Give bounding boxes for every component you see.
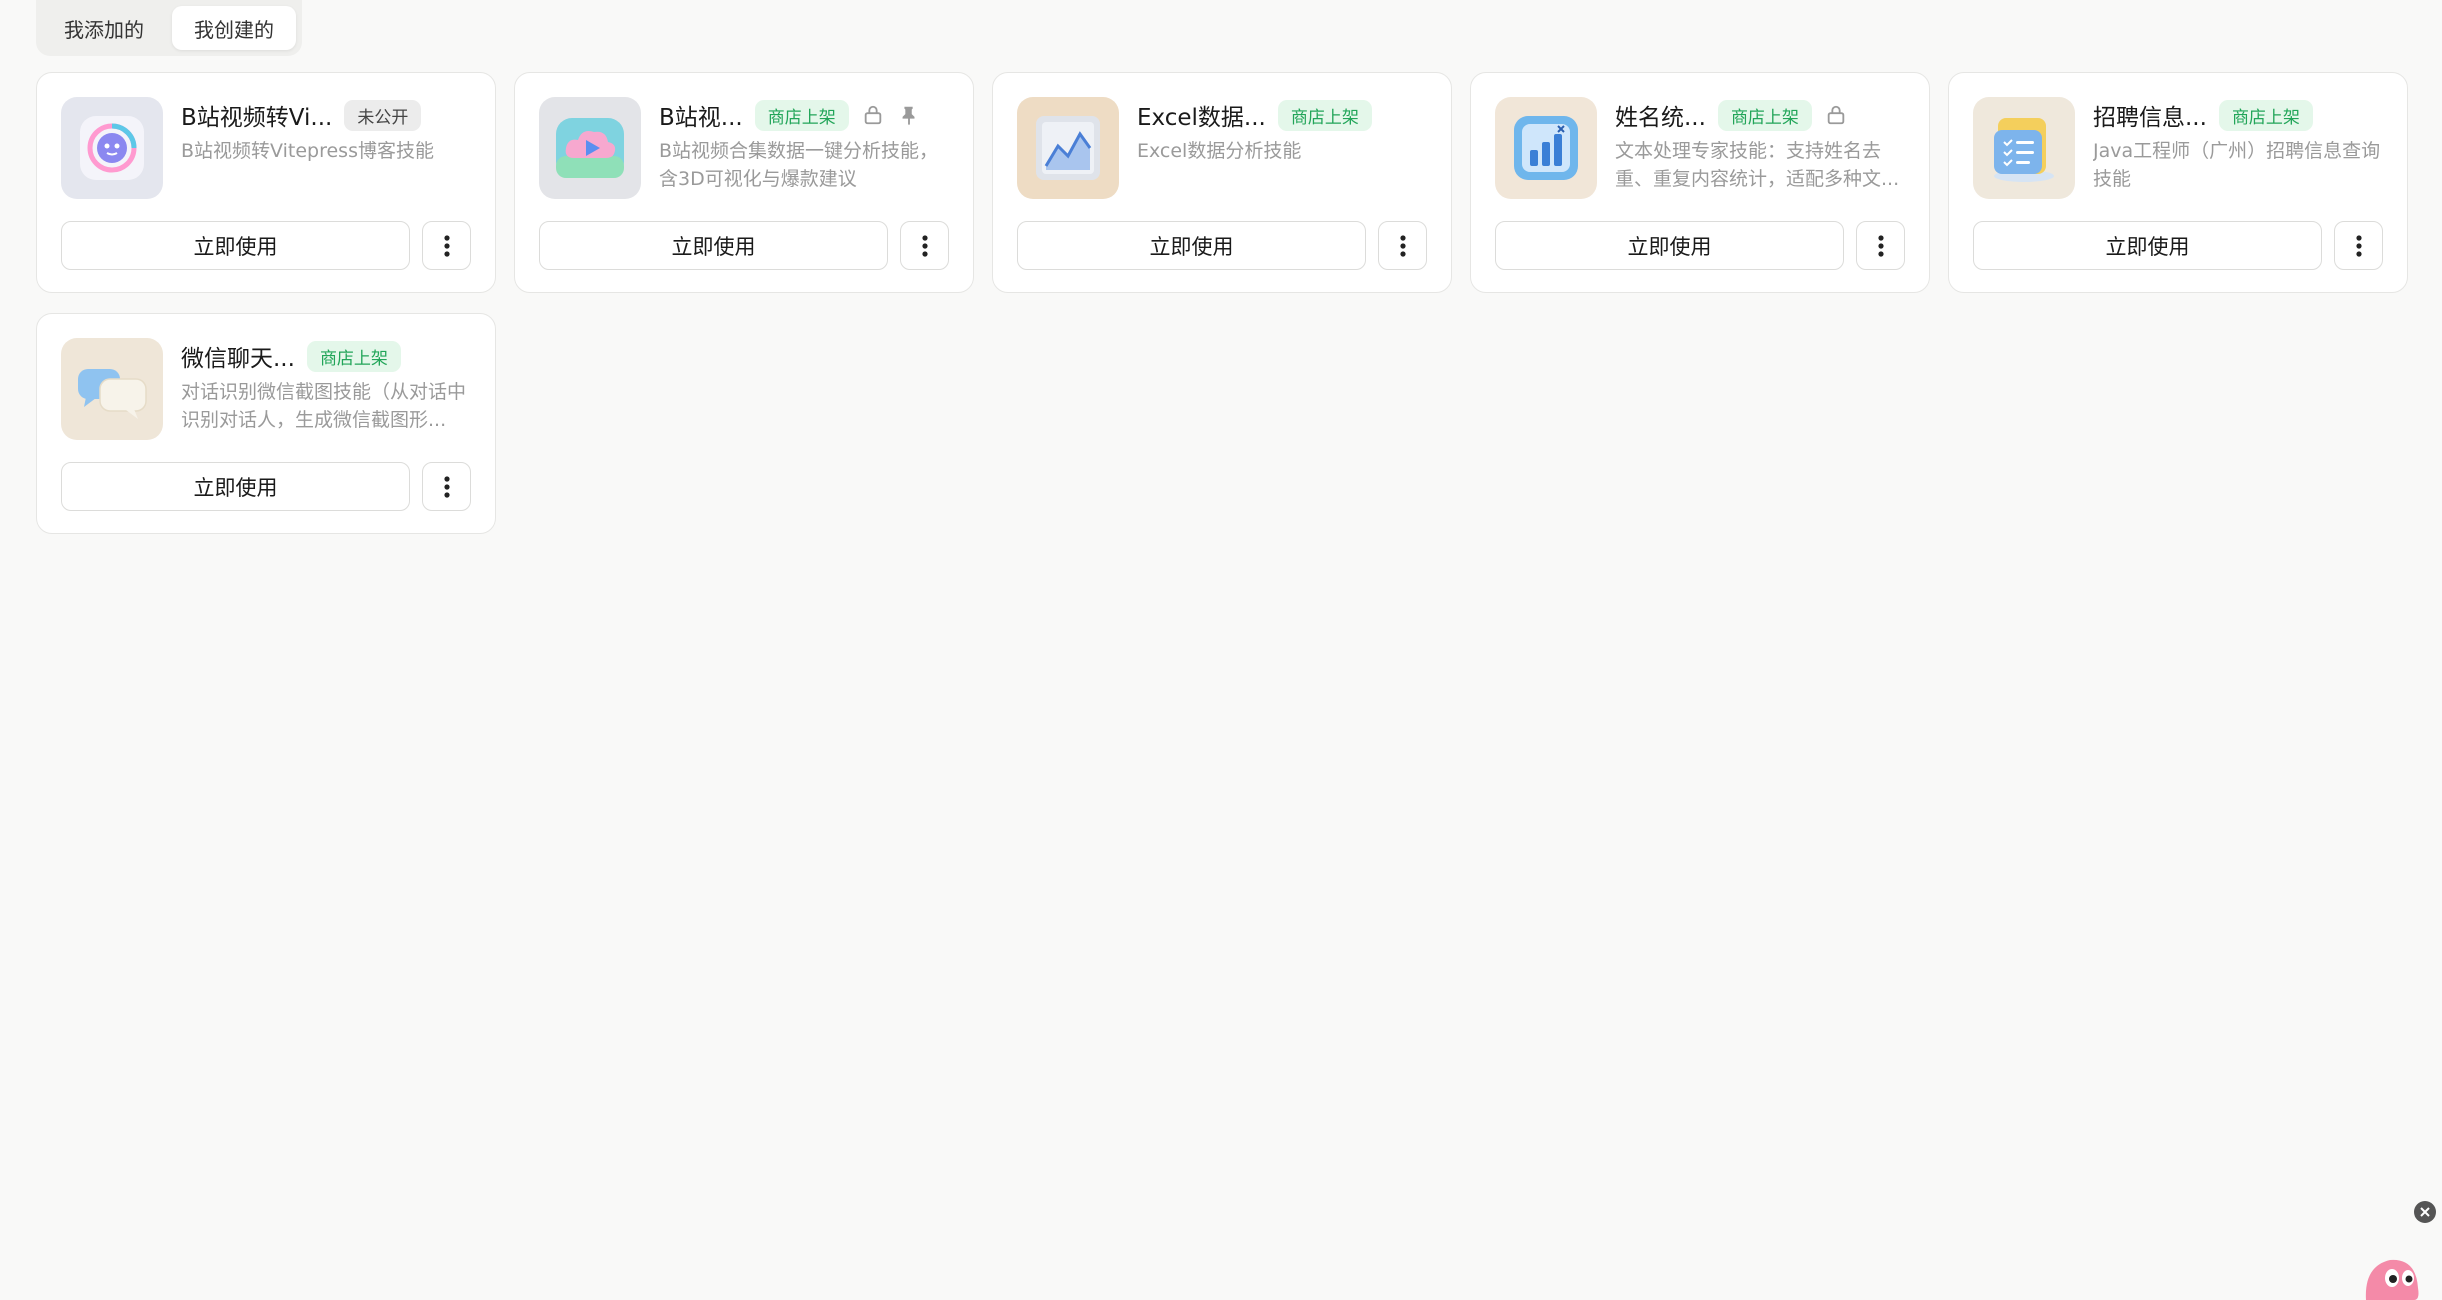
status-badge: 商店上架 — [754, 99, 849, 131]
use-now-button[interactable]: 立即使用 — [1973, 221, 2322, 270]
document-icon — [1973, 97, 2075, 199]
skill-card: 微信聊天... 商店上架 对话识别微信截图技能（从对话中识别对话人，生成微信截图… — [36, 313, 496, 534]
pin-icon[interactable] — [897, 103, 921, 127]
cloud-play-icon — [539, 97, 641, 199]
tab-created[interactable]: 我创建的 — [172, 6, 296, 50]
use-now-button[interactable]: 立即使用 — [61, 462, 410, 511]
card-title: 招聘信息... — [2093, 105, 2207, 131]
more-options-button[interactable] — [900, 221, 949, 270]
more-options-button[interactable] — [422, 462, 471, 511]
more-vertical-icon — [921, 234, 928, 257]
status-badge: 商店上架 — [2218, 99, 2313, 131]
card-description: B站视频合集数据一键分析技能，含3D可视化与爆款建议 — [659, 140, 939, 190]
lock-icon — [1824, 103, 1848, 127]
card-description: 对话识别微信截图技能（从对话中识别对话人，生成微信截图形... — [181, 381, 467, 431]
tab-added[interactable]: 我添加的 — [42, 6, 166, 50]
chat-bubbles-icon — [61, 338, 163, 440]
skill-card-grid: B站视频转Vi... 未公开 B站视频转Vitepress博客技能 立即使用 B… — [36, 72, 2408, 534]
use-now-button[interactable]: 立即使用 — [1495, 221, 1844, 270]
skill-card: 招聘信息... 商店上架 Java工程师（广州）招聘信息查询技能 立即使用 — [1948, 72, 2408, 293]
status-badge: 商店上架 — [1717, 99, 1812, 131]
card-description: Java工程师（广州）招聘信息查询技能 — [2093, 140, 2381, 190]
more-options-button[interactable] — [1856, 221, 1905, 270]
tab-switcher: 我添加的 我创建的 — [36, 0, 302, 56]
card-description: Excel数据分析技能 — [1137, 140, 1302, 162]
status-badge: 未公开 — [344, 99, 422, 131]
more-options-button[interactable] — [1378, 221, 1427, 270]
more-vertical-icon — [1877, 234, 1884, 257]
assistant-mascot-icon[interactable] — [2360, 1252, 2424, 1300]
skill-card: B站视... 商店上架 B站视频合集数据一键分析技能，含3D可视化与爆款建议 立… — [514, 72, 974, 293]
card-description: B站视频转Vitepress博客技能 — [181, 140, 434, 162]
use-now-button[interactable]: 立即使用 — [539, 221, 888, 270]
card-title: B站视频转Vi... — [181, 105, 333, 131]
status-badge: 商店上架 — [1277, 99, 1372, 131]
bilibili-convert-icon — [61, 97, 163, 199]
more-vertical-icon — [1399, 234, 1406, 257]
more-vertical-icon — [443, 475, 450, 498]
more-options-button[interactable] — [2334, 221, 2383, 270]
skill-card: 姓名统... 商店上架 文本处理专家技能：支持姓名去重、重复内容统计，适配多种文… — [1470, 72, 1930, 293]
use-now-button[interactable]: 立即使用 — [61, 221, 410, 270]
more-vertical-icon — [2355, 234, 2362, 257]
close-icon[interactable] — [2414, 1201, 2436, 1223]
card-title: 姓名统... — [1615, 105, 1706, 131]
more-vertical-icon — [443, 234, 450, 257]
card-description: 文本处理专家技能：支持姓名去重、重复内容统计，适配多种文... — [1615, 140, 1900, 190]
card-title: Excel数据... — [1137, 105, 1266, 131]
card-title: B站视... — [659, 105, 743, 131]
bar-chart-icon — [1495, 97, 1597, 199]
lock-icon — [861, 103, 885, 127]
more-options-button[interactable] — [422, 221, 471, 270]
use-now-button[interactable]: 立即使用 — [1017, 221, 1366, 270]
status-badge: 商店上架 — [306, 340, 401, 372]
skill-card: B站视频转Vi... 未公开 B站视频转Vitepress博客技能 立即使用 — [36, 72, 496, 293]
line-chart-icon — [1017, 97, 1119, 199]
skill-card: Excel数据... 商店上架 Excel数据分析技能 立即使用 — [992, 72, 1452, 293]
card-title: 微信聊天... — [181, 346, 295, 372]
